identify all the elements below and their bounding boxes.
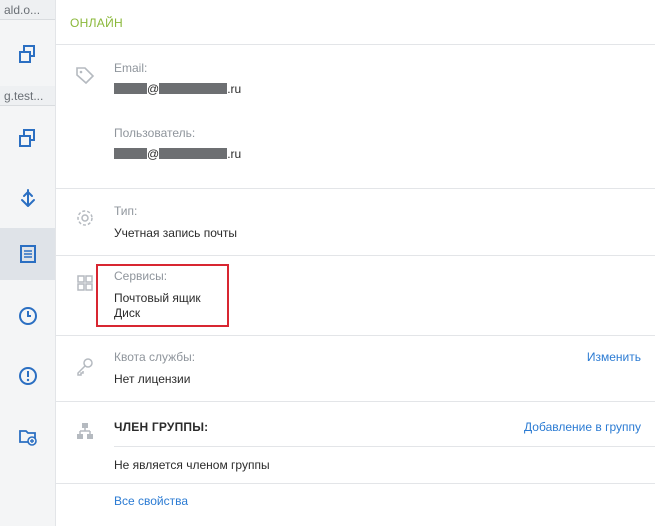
grid-icon [72,270,98,296]
folder-add-icon [18,430,37,446]
sidebar-item-label[interactable]: g.test... [0,86,55,106]
key-icon [72,354,98,380]
all-properties-link[interactable]: Все свойства [114,494,188,508]
type-label: Тип: [114,204,138,218]
status-badge: ОНЛАЙН [70,16,123,30]
add-to-group-link[interactable]: Добавление в группу [524,420,641,434]
divider [56,401,655,402]
clock-icon [18,307,37,325]
sidebar-item-copy-2[interactable] [0,112,55,164]
divider [56,188,655,189]
email-value: @ .ru [114,82,241,97]
divider [114,446,655,447]
sidebar-item-copy-1[interactable] [0,28,55,80]
copy-icon [18,45,35,63]
divider [56,483,655,484]
copy-icon [18,129,35,147]
divider [56,255,655,256]
group-heading: ЧЛЕН ГРУППЫ: [114,420,209,434]
sidebar-item-anchor[interactable] [0,172,55,224]
email-label: Email: [114,61,148,75]
sidebar-item-label[interactable]: ald.o... [0,0,55,20]
sidebar-item-alerts[interactable] [0,350,55,402]
hierarchy-icon [72,418,98,444]
alert-icon [18,367,37,385]
gear-icon [72,205,98,231]
document-list-icon [19,245,36,263]
service-item: Диск [114,306,141,320]
details-panel: ОНЛАЙН Email: @ .ru Пользователь: @ .ru Ти… [56,0,655,526]
change-quota-link[interactable]: Изменить [587,350,641,364]
sidebar: ald.o... g.test... [0,0,56,526]
group-value: Не является членом группы [114,458,270,472]
services-label: Сервисы: [114,269,168,283]
divider [56,44,655,45]
user-value: @ .ru [114,147,241,162]
type-value: Учетная запись почты [114,226,238,240]
service-item: Почтовый ящик [114,291,201,305]
quota-label: Квота службы: [114,350,196,364]
sidebar-item-add-folder[interactable] [0,410,55,462]
anchor-icon [20,189,35,207]
user-label: Пользователь: [114,126,196,140]
divider [56,335,655,336]
tag-icon [72,62,98,88]
sidebar-item-document[interactable] [0,228,55,280]
quota-value: Нет лицензии [114,372,191,386]
sidebar-item-history[interactable] [0,290,55,342]
